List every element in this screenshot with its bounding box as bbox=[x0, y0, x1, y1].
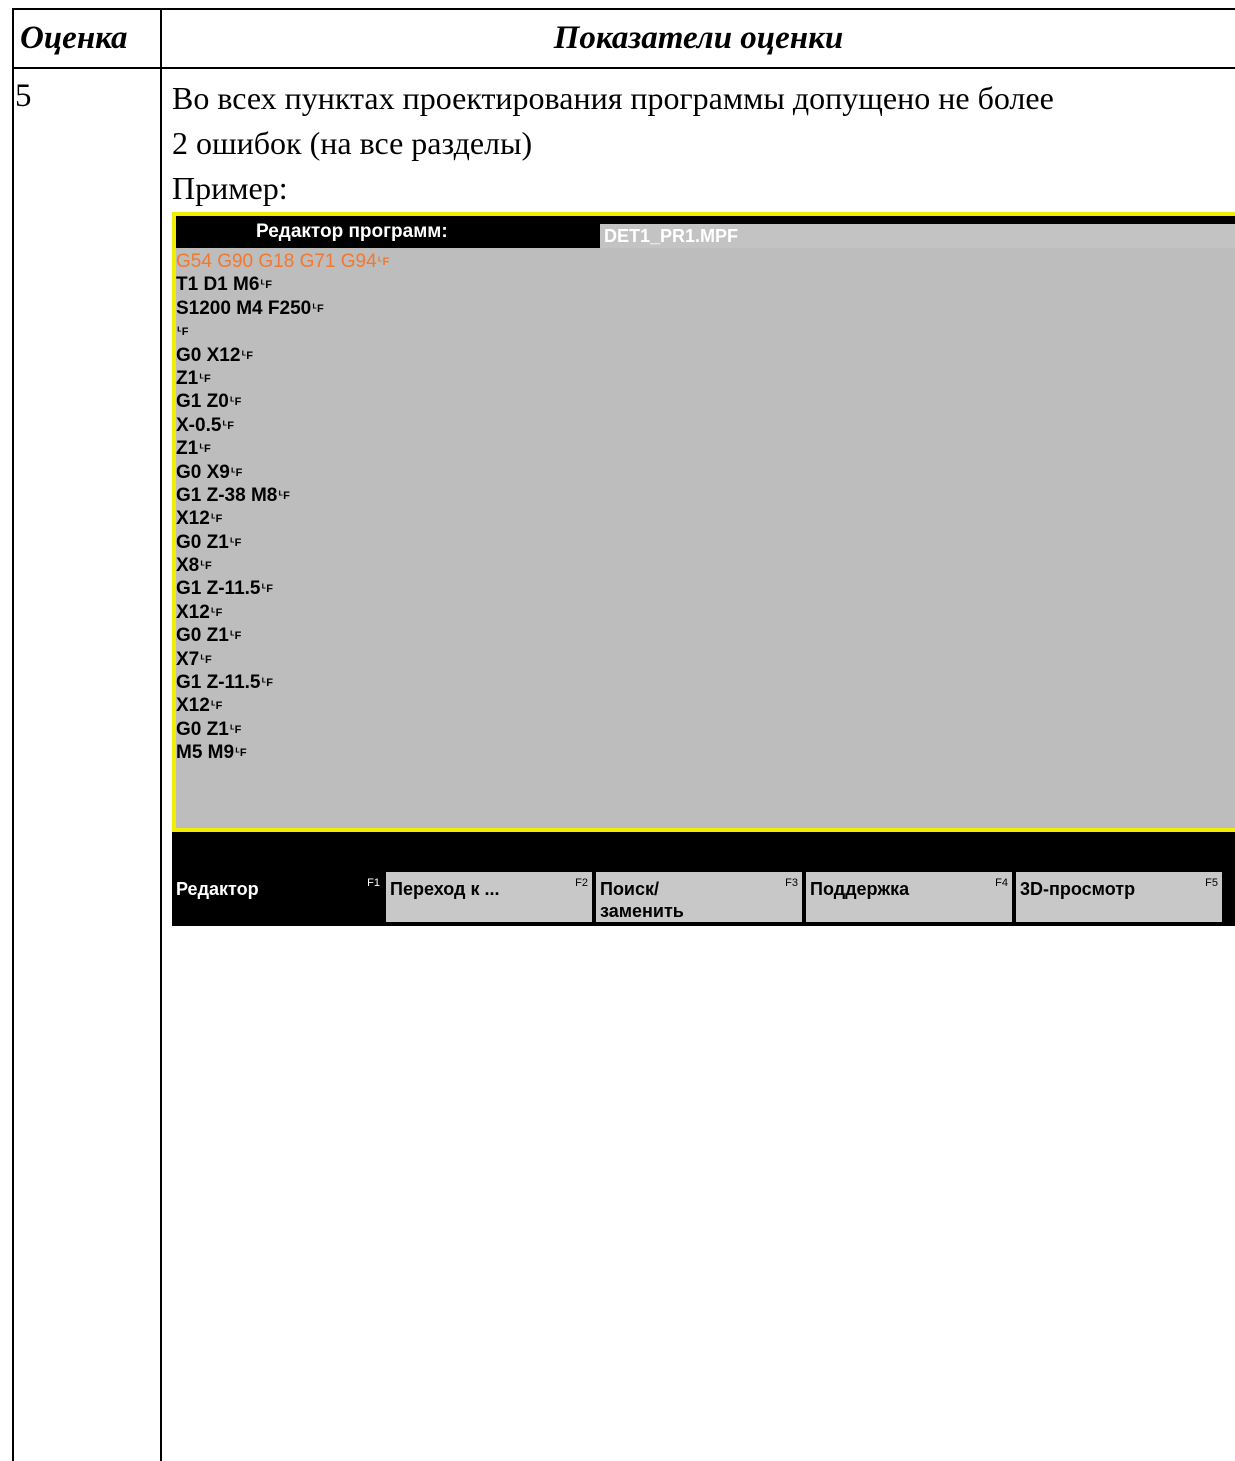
cnc-file-name: DET1_PR1.MPF bbox=[600, 224, 1235, 248]
program-line-text: G0 Z1 bbox=[176, 531, 229, 553]
program-line: G0 X12ᒻF bbox=[176, 344, 1235, 367]
program-line: G0 Z1ᒻF bbox=[176, 531, 1235, 554]
end-of-line-icon: ᒻF bbox=[200, 560, 212, 573]
program-line: M5 M9ᒻF bbox=[176, 741, 1235, 764]
end-of-line-icon: ᒻF bbox=[377, 256, 390, 268]
program-line-text: M5 M9 bbox=[176, 742, 235, 764]
cnc-editor-title: Редактор программ: bbox=[256, 221, 448, 242]
program-line: X7ᒻF bbox=[176, 648, 1235, 671]
end-of-line-icon: ᒻF bbox=[229, 723, 242, 736]
program-line-text: X7 bbox=[176, 648, 200, 670]
table-header-divider bbox=[12, 67, 1235, 69]
softkey-label: Переход к ... bbox=[390, 879, 500, 899]
end-of-line-icon: ᒻF bbox=[230, 466, 243, 479]
program-line-text: G0 X12 bbox=[176, 344, 241, 366]
program-line-text: X12 bbox=[176, 508, 210, 530]
program-line-text: G1 Z-11.5 bbox=[176, 672, 261, 694]
program-line: G54 G90 G18 G71 G94ᒻF bbox=[176, 250, 1235, 273]
program-line-text: X8 bbox=[176, 555, 200, 577]
cnc-softkey-bar: Редактор F1 Переход к ... F2 Поиск/ заме… bbox=[172, 872, 1235, 926]
program-line: G1 Z0ᒻF bbox=[176, 390, 1235, 413]
program-line: G0 X9ᒻF bbox=[176, 461, 1235, 484]
end-of-line-icon: ᒻF bbox=[312, 302, 324, 315]
end-of-line-icon: ᒻF bbox=[229, 536, 242, 549]
program-line-text: T1 D1 M6 bbox=[176, 274, 260, 296]
end-of-line-icon: ᒻF bbox=[199, 443, 211, 456]
program-line: X12ᒻF bbox=[176, 601, 1235, 624]
softkey-label: 3D-просмотр bbox=[1020, 879, 1136, 899]
program-line: G1 Z-11.5ᒻF bbox=[176, 577, 1235, 600]
program-line-text: G1 Z-38 M8 bbox=[176, 484, 278, 506]
program-line-text: G0 X9 bbox=[176, 461, 230, 483]
program-line-text: X-0.5 bbox=[176, 414, 222, 436]
header-grade: Оценка bbox=[20, 20, 128, 56]
program-line: T1 D1 M6ᒻF bbox=[176, 273, 1235, 296]
cnc-title-bar: Редактор программ: DET1_PR1.MPF bbox=[176, 216, 1235, 248]
cnc-editor-frame: Редактор программ: DET1_PR1.MPF G54 G90 … bbox=[172, 212, 1235, 832]
softkey-label: Редактор bbox=[176, 879, 259, 899]
program-line: X12ᒻF bbox=[176, 694, 1235, 717]
end-of-line-icon: ᒻF bbox=[199, 372, 211, 385]
softkey-support: Поддержка F4 bbox=[806, 872, 1012, 922]
description-line: Пример: bbox=[172, 170, 288, 206]
softkey-editor: Редактор F1 bbox=[172, 872, 384, 922]
program-line: Z1ᒻF bbox=[176, 437, 1235, 460]
end-of-line-icon: ᒻF bbox=[278, 489, 290, 502]
program-line-text: Z1 bbox=[176, 438, 199, 460]
program-line-text: G0 Z1 bbox=[176, 718, 229, 740]
softkey-fkey: F3 bbox=[785, 877, 798, 889]
program-line: Z1ᒻF bbox=[176, 367, 1235, 390]
end-of-line-icon: ᒻF bbox=[241, 349, 253, 362]
softkey-3d-view: 3D-просмотр F5 bbox=[1016, 872, 1222, 922]
program-line: X12ᒻF bbox=[176, 507, 1235, 530]
program-line-text: G1 Z-11.5 bbox=[176, 578, 261, 600]
program-line-text: G1 Z0 bbox=[176, 391, 229, 413]
end-of-line-icon: ᒻF bbox=[177, 326, 189, 339]
grade-description: Во всех пунктах проектирования программы… bbox=[172, 76, 1232, 211]
end-of-line-icon: ᒻF bbox=[229, 396, 242, 409]
end-of-line-icon: ᒻF bbox=[210, 606, 223, 619]
softkey-label: Поддержка bbox=[810, 879, 910, 899]
softkey-search-replace: Поиск/ заменить F3 bbox=[596, 872, 802, 922]
program-line-text: G0 Z1 bbox=[176, 625, 229, 647]
description-line: 2 ошибок (на все разделы) bbox=[172, 125, 533, 161]
table-column-divider bbox=[160, 8, 162, 1461]
end-of-line-icon: ᒻF bbox=[200, 653, 212, 666]
program-line: G1 Z-38 M8ᒻF bbox=[176, 484, 1235, 507]
program-line: ᒻF bbox=[176, 320, 1235, 343]
program-line-text: X12 bbox=[176, 601, 210, 623]
softkey-fkey: F5 bbox=[1205, 877, 1218, 889]
program-line-text: G54 G90 G18 G71 G94 bbox=[176, 251, 377, 272]
program-line: G1 Z-11.5ᒻF bbox=[176, 671, 1235, 694]
table-border-left bbox=[12, 8, 14, 1461]
program-line-text: X12 bbox=[176, 695, 210, 717]
cnc-editor-screenshot: Редактор программ: DET1_PR1.MPF G54 G90 … bbox=[172, 212, 1235, 926]
program-line: G0 Z1ᒻF bbox=[176, 718, 1235, 741]
softkey-label: Поиск/ заменить bbox=[600, 879, 684, 921]
program-line: X8ᒻF bbox=[176, 554, 1235, 577]
program-line: G0 Z1ᒻF bbox=[176, 624, 1235, 647]
table-border-top bbox=[12, 8, 1235, 10]
end-of-line-icon: ᒻF bbox=[235, 747, 247, 760]
end-of-line-icon: ᒻF bbox=[210, 700, 223, 713]
softkey-fkey: F1 bbox=[367, 877, 380, 889]
end-of-line-icon: ᒻF bbox=[210, 513, 223, 526]
program-line-text: Z1 bbox=[176, 367, 199, 389]
end-of-line-icon: ᒻF bbox=[261, 677, 274, 690]
description-line: Во всех пунктах проектирования программы… bbox=[172, 80, 1054, 116]
softkey-goto: Переход к ... F2 bbox=[386, 872, 592, 922]
softkey-fkey: F4 bbox=[995, 877, 1008, 889]
end-of-line-icon: ᒻF bbox=[260, 279, 272, 292]
program-line: S1200 M4 F250ᒻF bbox=[176, 297, 1235, 320]
end-of-line-icon: ᒻF bbox=[222, 419, 234, 432]
end-of-line-icon: ᒻF bbox=[261, 583, 274, 596]
program-line: X-0.5ᒻF bbox=[176, 414, 1235, 437]
grade-value: 5 bbox=[15, 78, 32, 114]
softkey-fkey: F2 bbox=[575, 877, 588, 889]
end-of-line-icon: ᒻF bbox=[229, 630, 242, 643]
program-line-text: S1200 M4 F250 bbox=[176, 297, 312, 319]
cnc-program-listing: G54 G90 G18 G71 G94ᒻF T1 D1 M6ᒻF S1200 M4 … bbox=[176, 250, 1235, 765]
header-indicators: Показатели оценки bbox=[553, 20, 844, 56]
